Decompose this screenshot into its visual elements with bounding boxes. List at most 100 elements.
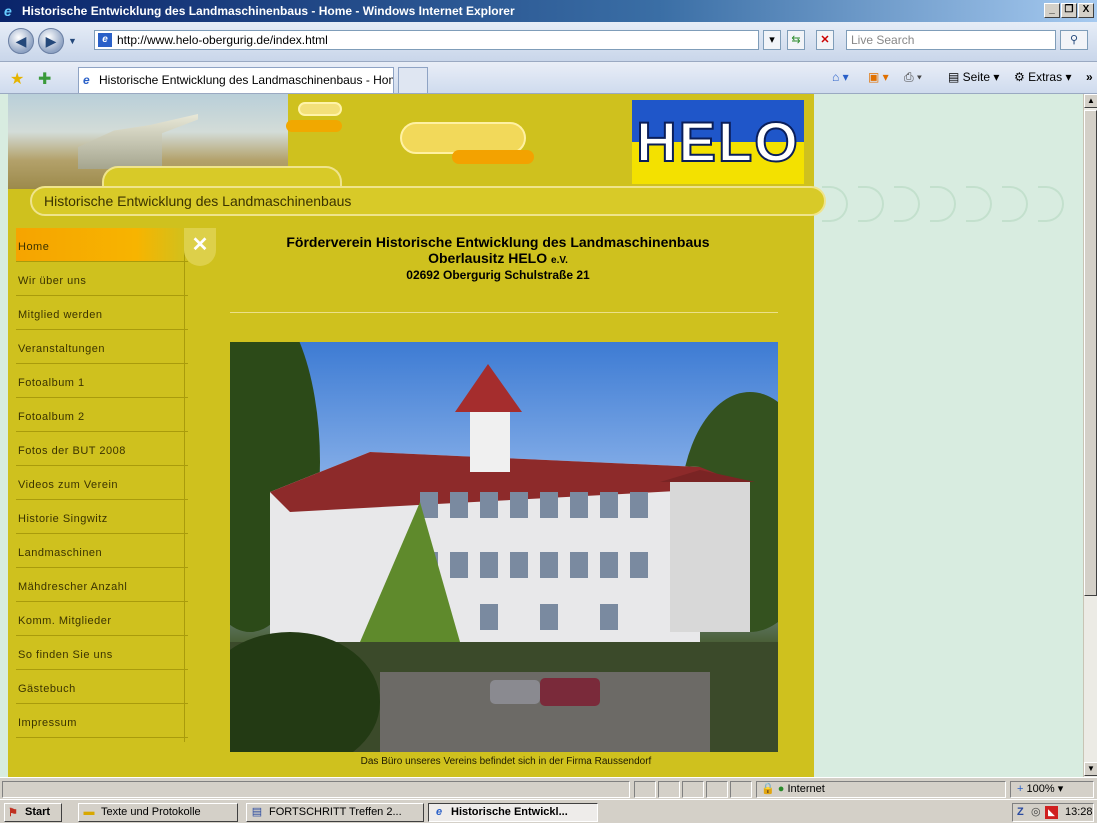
close-button[interactable]: X — [1078, 3, 1094, 18]
status-cell — [682, 781, 704, 798]
system-tray: Z ◎ ◣ 13:28 — [1012, 803, 1094, 822]
ev-label: e.V. — [551, 255, 568, 266]
scroll-thumb[interactable] — [1084, 110, 1097, 596]
site-layout: HELO Historische Entwicklung des Landmas… — [8, 94, 826, 777]
nav-item-historie-singwitz[interactable]: Historie Singwitz — [16, 500, 188, 534]
office-building-photo — [230, 342, 778, 752]
zoom-control[interactable]: + 100% ▾ — [1010, 781, 1094, 798]
refresh-button[interactable]: ⇆ — [787, 30, 805, 50]
globe-icon: ● — [777, 783, 785, 795]
decor-arc — [822, 186, 848, 222]
zone-label: Internet — [787, 783, 825, 795]
search-input[interactable]: Live Search — [846, 30, 1056, 50]
site-navigation: Home Wir über uns Mitglied werden Verans… — [16, 228, 188, 738]
decor-pill — [452, 150, 534, 164]
internet-explorer-icon: e — [4, 3, 12, 19]
taskbar-item-browser[interactable]: e Historische Entwickl... — [428, 803, 598, 822]
page-icon: e — [98, 33, 112, 47]
taskbar: ⚑ Start ▬ Texte und Protokolle ▤ FORTSCH… — [0, 799, 1097, 823]
nav-item-so-finden-sie-uns[interactable]: So finden Sie uns — [16, 636, 188, 670]
taskbar-item-label: FORTSCHRITT Treffen 2... — [269, 806, 402, 818]
subheading-text: Oberlausitz HELO — [428, 250, 548, 266]
nav-item-gaestebuch[interactable]: Gästebuch — [16, 670, 188, 704]
tab-home[interactable]: e Historische Entwicklung des Landmaschi… — [78, 67, 394, 93]
url-field[interactable]: e http://www.helo-obergurig.de/index.htm… — [94, 30, 759, 50]
scroll-up-icon[interactable]: ▲ — [1084, 94, 1097, 108]
nav-divider — [184, 228, 185, 742]
site-header-band: Historische Entwicklung des Landmaschine… — [30, 186, 826, 216]
page-menu[interactable]: ▤ Seite ▾ — [948, 70, 999, 84]
scroll-down-icon[interactable]: ▼ — [1084, 762, 1097, 776]
zoom-icon: + — [1017, 783, 1024, 795]
nav-item-fotos-but-2008[interactable]: Fotos der BUT 2008 — [16, 432, 188, 466]
nav-item-maehdrescher-anzahl[interactable]: Mähdrescher Anzahl — [16, 568, 188, 602]
history-dropdown-icon[interactable]: ▼ — [68, 36, 77, 46]
status-cell — [706, 781, 728, 798]
nav-item-landmaschinen[interactable]: Landmaschinen — [16, 534, 188, 568]
nav-item-komm-mitglieder[interactable]: Komm. Mitglieder — [16, 602, 188, 636]
back-button[interactable]: ◀ — [8, 28, 34, 54]
status-cell — [634, 781, 656, 798]
nav-item-impressum[interactable]: Impressum — [16, 704, 188, 738]
address-line: 02692 Obergurig Schulstraße 21 — [406, 268, 590, 282]
new-tab-button[interactable] — [398, 67, 428, 93]
print-icon[interactable]: ⎙ ▾ — [904, 70, 922, 85]
tab-bar: ★ ✚ e Historische Entwicklung des Landma… — [0, 62, 1097, 94]
stop-button[interactable]: ✕ — [816, 30, 834, 50]
taskbar-item-folder[interactable]: ▬ Texte und Protokolle — [78, 803, 238, 822]
tools-menu-label: Extras — [1028, 70, 1063, 84]
window-title: Historische Entwicklung des Landmaschine… — [22, 4, 515, 18]
url-text: http://www.helo-obergurig.de/index.html — [117, 33, 328, 47]
folder-icon: ▬ — [83, 806, 95, 818]
page-menu-label: Seite — [962, 70, 991, 84]
status-cell — [658, 781, 680, 798]
page-subheading: Oberlausitz HELO e.V. — [188, 250, 808, 266]
search-icon[interactable]: ⚲ — [1060, 30, 1088, 50]
status-bar: 🔒 ● Internet + 100% ▾ — [0, 777, 1097, 799]
internet-explorer-icon: e — [435, 806, 443, 818]
decor-arc — [966, 186, 992, 222]
taskbar-item-label: Texte und Protokolle — [101, 806, 201, 818]
page-heading: Förderverein Historische Entwicklung des… — [286, 234, 710, 250]
nav-item-mitglied-werden[interactable]: Mitglied werden — [16, 296, 188, 330]
tray-app-icon[interactable]: ◎ — [1031, 804, 1041, 821]
tray-z-icon[interactable]: Z — [1017, 804, 1024, 821]
start-button[interactable]: ⚑ Start — [4, 803, 62, 822]
zone-cell: 🔒 ● Internet — [756, 781, 1006, 798]
decor-arc — [1002, 186, 1028, 222]
helo-logo: HELO — [632, 100, 804, 184]
nav-item-fotoalbum-2[interactable]: Fotoalbum 2 — [16, 398, 188, 432]
decor-pill — [286, 120, 342, 132]
nav-item-fotoalbum-1[interactable]: Fotoalbum 1 — [16, 364, 188, 398]
taskbar-item-document[interactable]: ▤ FORTSCHRITT Treffen 2... — [246, 803, 424, 822]
feeds-icon[interactable]: ▣ ▾ — [868, 70, 889, 84]
minimize-button[interactable]: _ — [1044, 3, 1060, 18]
forward-button[interactable]: ▶ — [38, 28, 64, 54]
maximize-button[interactable]: ❐ — [1061, 3, 1077, 18]
site-title: Historische Entwicklung des Landmaschine… — [44, 193, 352, 209]
decor-arc — [858, 186, 884, 222]
url-dropdown-button[interactable]: ▾ — [763, 30, 781, 50]
start-label: Start — [25, 806, 51, 818]
favorites-star-icon[interactable]: ★ — [10, 69, 24, 89]
content-divider — [230, 312, 778, 313]
status-cell — [730, 781, 752, 798]
decor-arc — [930, 186, 956, 222]
tray-antivirus-icon[interactable]: ◣ — [1045, 806, 1058, 819]
home-icon[interactable]: ⌂ ▾ — [832, 70, 849, 84]
tab-page-icon: e — [83, 73, 90, 87]
nav-item-wir-ueber-uns[interactable]: Wir über uns — [16, 262, 188, 296]
vertical-scrollbar[interactable]: ▲ ▼ — [1083, 94, 1097, 777]
decor-arc — [894, 186, 920, 222]
tab-label: Historische Entwicklung des Landmaschine… — [99, 73, 394, 87]
tools-menu[interactable]: ⚙ Extras ▾ — [1014, 70, 1071, 84]
decor-arc — [1038, 186, 1064, 222]
status-text-cell — [2, 781, 630, 798]
nav-item-home[interactable]: Home — [16, 228, 188, 262]
photo-caption: Das Büro unseres Vereins befindet sich i… — [360, 756, 652, 767]
nav-item-veranstaltungen[interactable]: Veranstaltungen — [16, 330, 188, 364]
chevron-more-icon[interactable]: » — [1086, 70, 1093, 84]
nav-item-videos[interactable]: Videos zum Verein — [16, 466, 188, 500]
zoom-level: 100% — [1026, 783, 1055, 795]
add-favorites-icon[interactable]: ✚ — [38, 69, 51, 89]
